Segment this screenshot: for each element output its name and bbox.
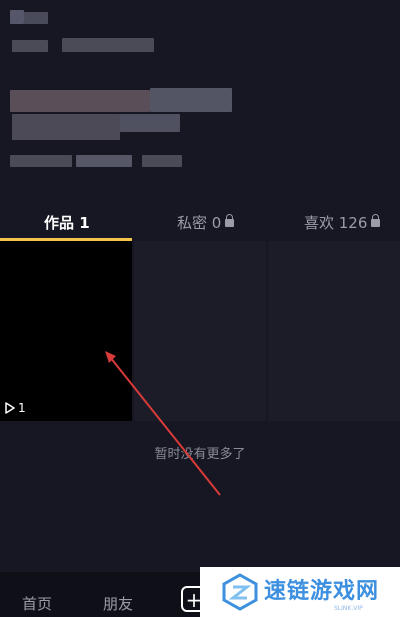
nav-friends[interactable]: 朋友 — [103, 593, 133, 614]
watermark-title: 速链游戏网 — [264, 578, 380, 604]
watermark: 速链游戏网 SLINK.VIP — [200, 567, 400, 617]
watermark-sub: SLINK.VIP — [334, 604, 363, 612]
nav-friends-label: 朋友 — [103, 595, 134, 613]
watermark-logo — [222, 573, 258, 611]
annotation-arrow — [105, 351, 221, 496]
nav-home[interactable]: 首页 — [22, 593, 52, 614]
nav-home-label: 首页 — [22, 595, 53, 613]
